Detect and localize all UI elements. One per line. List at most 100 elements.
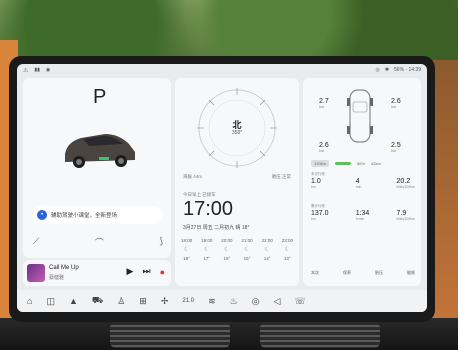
forecast-item: 22:00 ☾ 14° [262, 238, 273, 261]
tyre-front-left: 2.7 bar [319, 98, 329, 109]
info-card: 北 358° 海拔 44m 胎压 正常 今日早上 已接车 17:00 3月27日… [175, 78, 299, 286]
wiper-icon[interactable]: ⟆ [159, 236, 163, 249]
vehicle-card[interactable]: P • 辅助驾驶小课堂，全新登场 ⟋ ⌒ ⟆ [23, 78, 171, 258]
date-line: 3月27日 周五 二月初九 晴 18° [183, 225, 250, 231]
moon-icon: ☾ [204, 247, 210, 253]
song-title: Call Me Up [49, 265, 79, 271]
battery-percent: 56% [357, 161, 366, 166]
tab-energy[interactable]: 能耗 [407, 270, 415, 276]
forecast-item: 21:00 ☾ 15° [241, 238, 252, 261]
gear-indicator: P [93, 86, 107, 108]
trip-consumption: 20.2 kWh/100km [396, 178, 415, 189]
moon-icon: ☾ [284, 247, 291, 253]
hood-icon[interactable]: ⌒ [95, 236, 104, 249]
nav-icon[interactable]: ▲ [69, 296, 78, 306]
play-icon[interactable]: ▶ [127, 266, 134, 277]
moon-icon: ☾ [224, 247, 230, 253]
forecast-temp: 18° [183, 256, 191, 261]
total-consumption: 7.9 kWh/100km [396, 210, 415, 221]
song-artist: 蔡健雅 [49, 275, 65, 281]
location-icon: ◎ [375, 67, 380, 73]
moon-icon: ☾ [183, 247, 190, 253]
forecast-temp: 16° [223, 256, 231, 261]
next-icon[interactable]: ⏭ [142, 266, 150, 277]
air-vent-left [110, 322, 230, 348]
total-stats: 137.0 km 1:34 h:min 7.9 kWh/100km [311, 210, 415, 221]
car-icon[interactable]: ⛟ [92, 295, 103, 307]
forecast-time: 23:00 [281, 238, 293, 243]
tab-trip[interactable]: 本次 [311, 270, 319, 276]
car-top-view-icon [347, 89, 373, 143]
trip-stats: 1.0 km 4 min 20.2 kWh/100km [311, 178, 415, 189]
tyre-rear-right: 2.5 bar [391, 142, 401, 153]
tab-tyre[interactable]: 胎压 [375, 270, 383, 276]
tyre-rear-left: 2.6 bar [319, 142, 329, 153]
assist-text: 辅助驾驶小课堂，全新登场 [51, 213, 118, 219]
status-text: 56% · 14:39 [394, 67, 421, 73]
forecast-temp: 14° [263, 256, 271, 261]
weather-forecast: 18:00 ☾ 18° 19:00 ☾ 17° 20:00 ☾ 16° 21:0… [181, 238, 293, 261]
forecast-item: 18:00 ☾ 18° [181, 238, 192, 261]
moon-icon: ☾ [244, 247, 250, 253]
forecast-item: 23:00 ☾ 13° [282, 238, 293, 261]
forecast-time: 22:00 [261, 238, 273, 243]
chat-bubble-icon: • [37, 210, 47, 220]
infotainment-screen: ⚠ ▮▮ ◉ ◎ ✱ 56% · 14:39 P • 辅助驾驶小课堂，全新登场 … [17, 64, 427, 312]
record-icon[interactable]: ● [160, 267, 165, 277]
forecast-temp: 13° [283, 256, 291, 261]
apps-icon[interactable]: ⊞ [139, 296, 147, 307]
air-vent-right [260, 322, 380, 348]
status-tabs: 本次 保养 胎压 能耗 [311, 270, 415, 276]
seat-heat-icon[interactable]: ♨ [230, 296, 238, 307]
total-distance: 137.0 km [311, 210, 329, 221]
car-image [65, 134, 135, 168]
tab-maintenance[interactable]: 保养 [343, 270, 351, 276]
warning-icon[interactable]: ⚠ [23, 67, 28, 74]
home-icon[interactable]: ⌂ [27, 296, 32, 306]
compass-degree: 358° [231, 130, 243, 136]
forecast-temp: 17° [203, 256, 211, 261]
defrost-icon[interactable]: ≋ [208, 296, 216, 307]
clock: 17:00 [183, 198, 234, 220]
energy-row: 120km 56% 42km [311, 160, 415, 167]
quick-controls: ⟋ ⌒ ⟆ [33, 236, 163, 249]
trip-duration: 4 min [355, 178, 362, 189]
tyre-status-text: 胎压 正常 [271, 174, 291, 179]
forecast-time: 19:00 [201, 238, 213, 243]
trip-label: 本次行驶 [311, 172, 325, 176]
mirror-icon[interactable]: ⟋ [33, 236, 39, 249]
battery-bar [335, 162, 352, 165]
temperature-value[interactable]: 21.0 [182, 298, 194, 304]
tyre-front-right: 2.6 bar [391, 98, 401, 109]
forecast-item: 19:00 ☾ 17° [201, 238, 212, 261]
total-duration: 1:34 h:min [355, 210, 370, 221]
forecast-time: 21:00 [241, 238, 253, 243]
total-label: 累计行驶 [311, 204, 325, 208]
forecast-time: 18:00 [181, 238, 193, 243]
altitude-text: 海拔 44m [183, 174, 203, 179]
forecast-time: 20:00 [221, 238, 233, 243]
music-controls: ▶ ⏭ ● [127, 266, 165, 277]
bottom-dock: ⌂ ◫ ▲ ⛟ ♙ ⊞ ✢ 21.0 ≋ ♨ ◎ ◁ ☏ [17, 290, 427, 312]
bluetooth-icon: ✱ [384, 67, 390, 73]
volume-icon[interactable]: ◁ [274, 296, 281, 307]
trip-distance: 1.0 km [311, 178, 321, 189]
trees-background [0, 0, 458, 60]
steering-heat-icon[interactable]: ◎ [252, 296, 260, 307]
range-value: 120km [311, 160, 330, 167]
assist-banner[interactable]: • 辅助驾驶小课堂，全新登场 [33, 206, 163, 224]
seat-icon[interactable]: ♙ [117, 296, 125, 307]
signal-icon: ▮▮ [34, 67, 40, 73]
fan-icon[interactable]: ✢ [161, 296, 169, 307]
vehicle-status-card[interactable]: 2.7 bar 2.6 bar 2.6 bar 2.5 bar 120km 56% 42… [303, 78, 421, 286]
user-icon[interactable]: ◉ [46, 67, 50, 73]
forecast-item: 20:00 ☾ 16° [221, 238, 232, 261]
forecast-temp: 15° [243, 256, 251, 261]
range-secondary: 42km [371, 161, 381, 166]
album-art [27, 264, 45, 282]
moon-icon: ☾ [264, 247, 270, 253]
music-player[interactable]: Call Me Up 蔡健雅 ▶ ⏭ ● [23, 260, 171, 286]
camera-icon[interactable]: ◫ [46, 296, 55, 307]
status-bar: ⚠ ▮▮ ◉ ◎ ✱ 56% · 14:39 [17, 64, 427, 76]
phone-icon[interactable]: ☏ [294, 296, 305, 307]
